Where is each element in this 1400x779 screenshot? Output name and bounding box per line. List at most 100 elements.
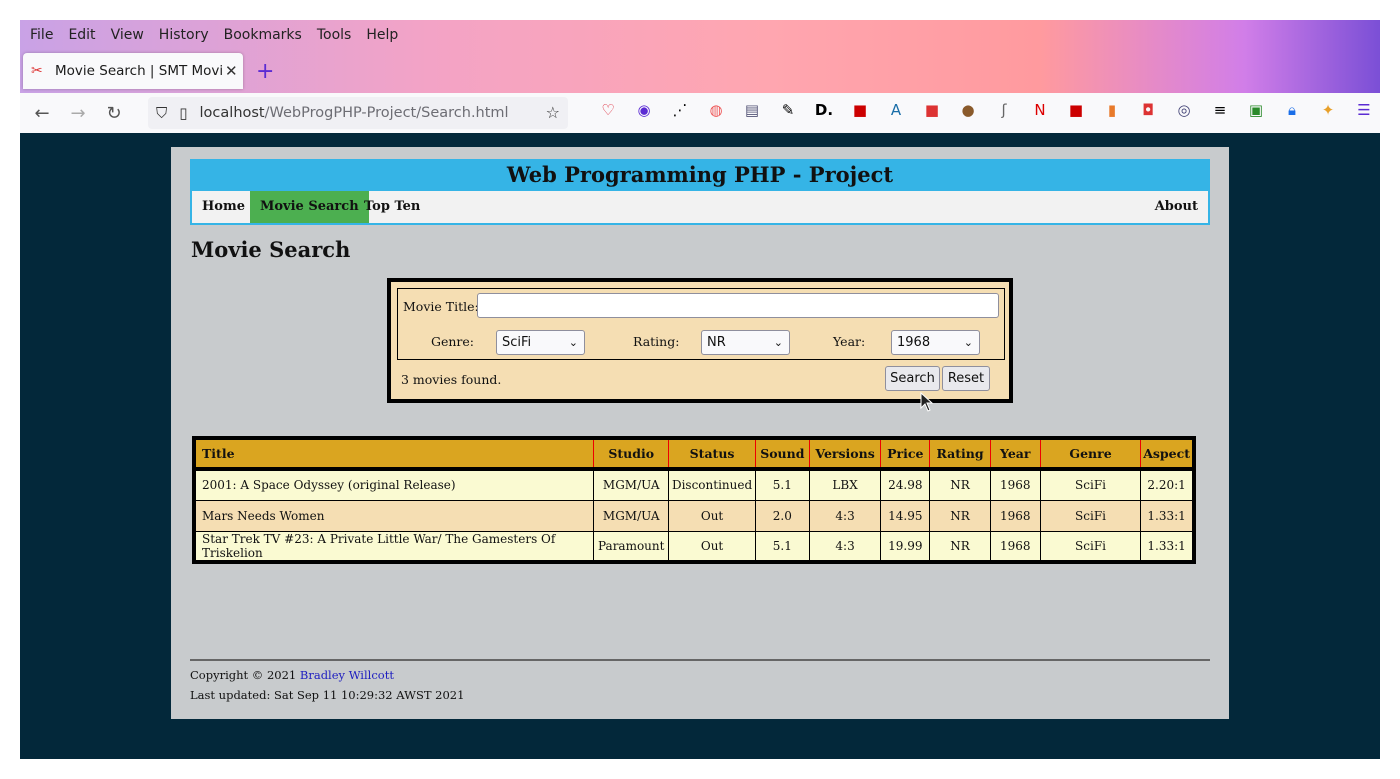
- table-cell: Star Trek TV #23: A Private Little War/ …: [193, 530, 595, 563]
- bookmark-star-icon[interactable]: ☆: [546, 103, 560, 122]
- table-cell: 19.99: [880, 530, 931, 563]
- nav-top-ten[interactable]: Top Ten: [354, 191, 430, 223]
- last-updated: Last updated: Sat Sep 11 10:29:32 AWST 2…: [190, 688, 465, 702]
- extension-icon[interactable]: ■: [1058, 101, 1094, 119]
- menu-file[interactable]: File: [30, 27, 53, 43]
- extension-icon[interactable]: ■: [914, 101, 950, 119]
- table-cell: 2.0: [754, 499, 810, 532]
- mouse-cursor-icon: [920, 391, 934, 412]
- year-select[interactable]: 1968 ⌄: [891, 330, 980, 355]
- extension-icon[interactable]: ≡: [1202, 101, 1238, 119]
- menu-view[interactable]: View: [111, 27, 144, 43]
- menu-tools[interactable]: Tools: [317, 27, 352, 43]
- results-table: Title Studio Status Sound Versions Price…: [192, 436, 1196, 564]
- forward-icon[interactable]: →: [60, 103, 96, 124]
- table-cell: Discontinued: [668, 468, 756, 501]
- table-cell: Out: [668, 499, 756, 532]
- table-cell: SciFi: [1039, 530, 1142, 563]
- extension-icon[interactable]: ✦: [1310, 101, 1346, 119]
- column-header[interactable]: Title: [193, 437, 595, 471]
- movie-title-input[interactable]: [477, 293, 999, 318]
- rating-label: Rating:: [633, 334, 680, 349]
- genre-select[interactable]: SciFi ⌄: [496, 330, 585, 355]
- page-title: Movie Search: [191, 237, 351, 262]
- table-cell: SciFi: [1039, 468, 1142, 501]
- table-cell: 1.33:1: [1140, 499, 1195, 532]
- extension-icon[interactable]: ■: [842, 101, 878, 119]
- copyright-text: Copyright © 2021: [190, 668, 297, 682]
- new-tab-icon[interactable]: +: [256, 59, 274, 84]
- site-banner: Web Programming PHP - Project: [190, 159, 1210, 191]
- table-cell: 4:3: [808, 499, 882, 532]
- lock-icon[interactable]: 🔒︎: [1274, 101, 1310, 119]
- menu-bookmarks[interactable]: Bookmarks: [224, 27, 302, 43]
- column-header[interactable]: Rating: [929, 437, 991, 471]
- extension-icons: ♡ ◉ ⋰ ◍ ▤ ✎ D. ■ A ■ ● ʃ N ■ ▮ ◘ ◎ ≡ ▣ 🔒…: [590, 101, 1380, 119]
- column-header[interactable]: Status: [668, 437, 756, 471]
- browser-tab[interactable]: ✂ Movie Search | SMT Movie ✕: [23, 53, 243, 89]
- table-cell: 14.95: [880, 499, 931, 532]
- table-cell: Out: [668, 530, 756, 563]
- chevron-down-icon: ⌄: [963, 336, 973, 349]
- extension-icon[interactable]: N: [1022, 101, 1058, 119]
- table-row: Mars Needs Women MGM/UA Out 2.0 4:3 14.9…: [193, 499, 1195, 532]
- reset-button[interactable]: Reset: [942, 366, 990, 391]
- column-header[interactable]: Studio: [593, 437, 670, 471]
- hamburger-menu-icon[interactable]: ☰: [1346, 101, 1380, 119]
- page-footer: Copyright © 2021 Bradley Willcott Last u…: [190, 659, 1210, 708]
- url-text[interactable]: localhost/WebProgPHP-Project/Search.html: [200, 105, 509, 121]
- table-cell: 2001: A Space Odyssey (original Release): [193, 468, 595, 501]
- rating-select[interactable]: NR ⌄: [701, 330, 790, 355]
- tab-title: Movie Search | SMT Movie: [55, 63, 223, 79]
- shield-icon[interactable]: ⛉: [156, 104, 167, 122]
- menu-help[interactable]: Help: [366, 27, 398, 43]
- extension-icon[interactable]: ⋰: [662, 101, 698, 119]
- table-cell: 1968: [989, 530, 1041, 563]
- table-cell: LBX: [808, 468, 882, 501]
- nav-movie-search[interactable]: Movie Search: [250, 191, 369, 223]
- table-row: 2001: A Space Odyssey (original Release)…: [193, 468, 1195, 501]
- pocket-icon[interactable]: ♡: [590, 101, 626, 119]
- table-cell: 24.98: [880, 468, 931, 501]
- extension-icon[interactable]: ▣: [1238, 101, 1274, 119]
- extension-icon[interactable]: ◘: [1130, 101, 1166, 119]
- extension-icon[interactable]: D.: [806, 101, 842, 119]
- menu-edit[interactable]: Edit: [68, 27, 95, 43]
- search-button[interactable]: Search: [885, 366, 940, 391]
- menu-history[interactable]: History: [159, 27, 209, 43]
- column-header[interactable]: Price: [880, 437, 931, 471]
- nav-about[interactable]: About: [1145, 191, 1208, 223]
- extension-icon[interactable]: ▮: [1094, 101, 1130, 119]
- url-bar[interactable]: ⛉ ▯ localhost/WebProgPHP-Project/Search.…: [148, 97, 568, 129]
- table-cell: 2.20:1: [1140, 468, 1195, 501]
- back-icon[interactable]: ←: [24, 103, 60, 124]
- web-page: Web Programming PHP - Project Home Movie…: [171, 147, 1229, 719]
- chevron-down-icon: ⌄: [773, 336, 783, 349]
- navigation-toolbar: ← → ↻ ⛉ ▯ localhost/WebProgPHP-Project/S…: [20, 93, 1380, 133]
- table-cell: NR: [929, 468, 991, 501]
- page-icon[interactable]: ▯: [179, 104, 187, 122]
- extension-icon[interactable]: A: [878, 101, 914, 119]
- column-header[interactable]: Year: [989, 437, 1041, 471]
- extension-icon[interactable]: ʃ: [986, 101, 1022, 119]
- close-tab-icon[interactable]: ✕: [225, 62, 238, 80]
- column-header[interactable]: Genre: [1039, 437, 1142, 471]
- extension-icon[interactable]: ✎: [770, 101, 806, 119]
- column-header[interactable]: Versions: [808, 437, 882, 471]
- author-link[interactable]: Bradley Willcott: [300, 668, 394, 682]
- table-cell: MGM/UA: [593, 499, 670, 532]
- extension-icon[interactable]: ◎: [1166, 101, 1202, 119]
- extension-icon[interactable]: ◍: [698, 101, 734, 119]
- extension-icon[interactable]: ●: [950, 101, 986, 119]
- extension-icon[interactable]: ◉: [626, 101, 662, 119]
- search-fieldset: Movie Title: Genre: SciFi ⌄ Rating: NR ⌄ Y…: [397, 288, 1005, 360]
- reload-icon[interactable]: ↻: [96, 103, 132, 124]
- table-cell: Paramount: [593, 530, 670, 563]
- table-cell: SciFi: [1039, 499, 1142, 532]
- nav-home[interactable]: Home: [192, 191, 255, 223]
- title-label: Movie Title:: [403, 299, 479, 314]
- browser-chrome: File Edit View History Bookmarks Tools H…: [20, 20, 1380, 133]
- column-header[interactable]: Sound: [754, 437, 810, 471]
- column-header[interactable]: Aspect: [1140, 437, 1195, 471]
- extension-icon[interactable]: ▤: [734, 101, 770, 119]
